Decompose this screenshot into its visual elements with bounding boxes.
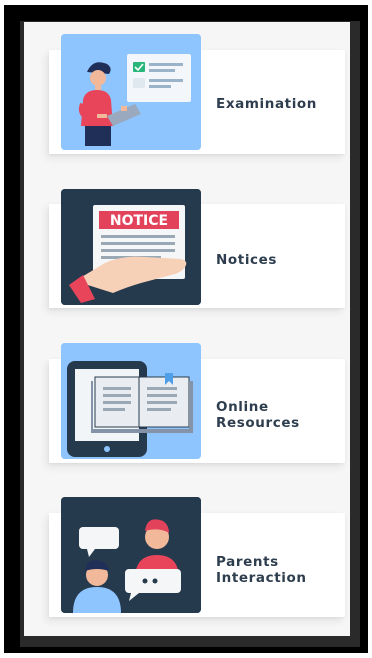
menu-label-parents-interaction: Parents Interaction	[216, 554, 307, 586]
student-laptop-exam-icon	[61, 34, 201, 150]
menu-label-online-resources: Online Resources	[216, 399, 300, 431]
people-chat-icon	[61, 497, 201, 613]
menu-label-examination: Examination	[216, 96, 318, 112]
menu-screen: Examination NOTICE Notices Online Resour…	[24, 22, 350, 636]
notice-badge-text: NOTICE	[110, 213, 168, 229]
notice-paper-icon: NOTICE	[61, 189, 201, 305]
tablet-book-icon	[61, 343, 201, 459]
menu-label-notices: Notices	[216, 252, 278, 268]
